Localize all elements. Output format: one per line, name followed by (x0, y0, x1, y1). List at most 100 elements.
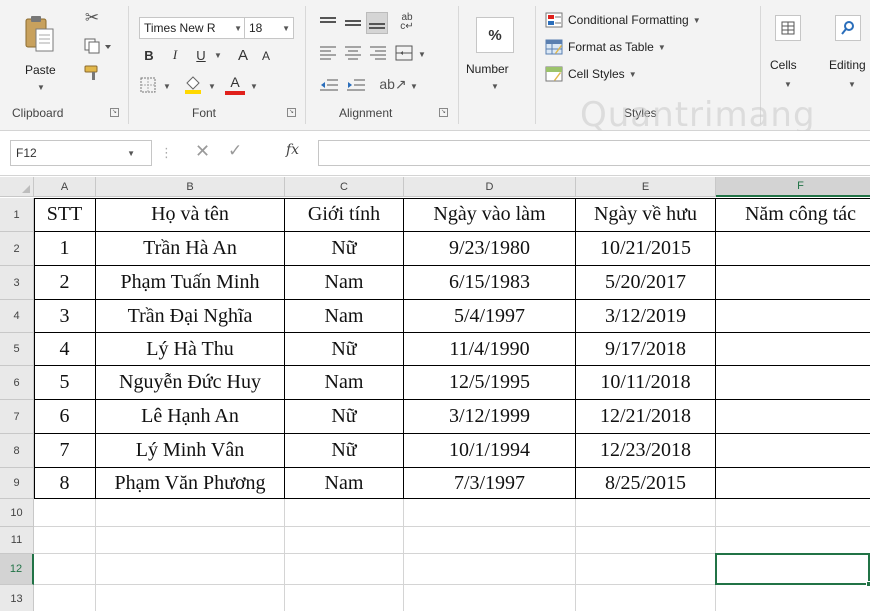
cell-c8[interactable]: Nữ (285, 434, 404, 468)
cell-a5[interactable]: 4 (34, 333, 96, 366)
cell-c6[interactable]: Nam (285, 366, 404, 400)
cancel-icon[interactable]: ✕ (195, 141, 210, 162)
row-header-2[interactable]: 2 (0, 232, 34, 266)
cell-b7[interactable]: Lê Hạnh An (96, 400, 285, 434)
cell-e7[interactable]: 12/21/2018 (576, 400, 716, 434)
row-header-3[interactable]: 3 (0, 266, 34, 300)
cell-c11[interactable] (285, 527, 404, 554)
cell-f7[interactable] (716, 400, 870, 434)
cell-c1[interactable]: Giới tính (285, 198, 404, 232)
column-header-d[interactable]: D (404, 177, 576, 197)
row-header-6[interactable]: 6 (0, 366, 34, 400)
cell-e11[interactable] (576, 527, 716, 554)
cell-styles-button[interactable]: Cell Styles ▼ (545, 63, 637, 85)
cell-a1[interactable]: STT (34, 198, 96, 232)
cell-b3[interactable]: Phạm Tuấn Minh (96, 266, 285, 300)
cell-b2[interactable]: Trần Hà An (96, 232, 285, 266)
cell-a12[interactable] (34, 554, 96, 585)
cell-f5[interactable] (716, 333, 870, 366)
cell-d1[interactable]: Ngày vào làm (404, 198, 576, 232)
cell-f13[interactable] (716, 585, 870, 611)
cell-d9[interactable]: 7/3/1997 (404, 468, 576, 499)
cell-b1[interactable]: Họ và tên (96, 198, 285, 232)
column-header-f[interactable]: F (716, 177, 870, 197)
insert-function-button[interactable]: fx (286, 142, 299, 158)
cell-a10[interactable] (34, 499, 96, 527)
cell-c5[interactable]: Nữ (285, 333, 404, 366)
cell-f8[interactable] (716, 434, 870, 468)
cell-f12[interactable] (716, 554, 870, 585)
cell-e5[interactable]: 9/17/2018 (576, 333, 716, 366)
cell-a7[interactable]: 6 (34, 400, 96, 434)
cell-d8[interactable]: 10/1/1994 (404, 434, 576, 468)
cell-f3[interactable] (716, 266, 870, 300)
cell-e3[interactable]: 5/20/2017 (576, 266, 716, 300)
column-header-b[interactable]: B (96, 177, 285, 197)
cell-a13[interactable] (34, 585, 96, 611)
row-header-7[interactable]: 7 (0, 400, 34, 434)
cell-d3[interactable]: 6/15/1983 (404, 266, 576, 300)
row-header-13[interactable]: 13 (0, 585, 34, 611)
cell-b13[interactable] (96, 585, 285, 611)
row-header-11[interactable]: 11 (0, 527, 34, 554)
column-header-c[interactable]: C (285, 177, 404, 197)
row-header-10[interactable]: 10 (0, 499, 34, 527)
cell-a2[interactable]: 1 (34, 232, 96, 266)
cell-f1[interactable]: Năm công tác (716, 198, 870, 232)
cell-e2[interactable]: 10/21/2015 (576, 232, 716, 266)
cell-d11[interactable] (404, 527, 576, 554)
cell-e12[interactable] (576, 554, 716, 585)
cell-b9[interactable]: Phạm Văn Phương (96, 468, 285, 499)
cell-d2[interactable]: 9/23/1980 (404, 232, 576, 266)
cell-a11[interactable] (34, 527, 96, 554)
cell-c10[interactable] (285, 499, 404, 527)
cell-f6[interactable] (716, 366, 870, 400)
cell-e1[interactable]: Ngày về hưu (576, 198, 716, 232)
cell-b5[interactable]: Lý Hà Thu (96, 333, 285, 366)
chevron-down-icon[interactable]: ▼ (127, 149, 135, 158)
row-header-8[interactable]: 8 (0, 434, 34, 468)
cell-b4[interactable]: Trần Đại Nghĩa (96, 300, 285, 333)
cell-f4[interactable] (716, 300, 870, 333)
name-box[interactable]: F12 ▼ (10, 140, 152, 166)
format-as-table-button[interactable]: Format as Table ▼ (545, 36, 666, 58)
row-header-9[interactable]: 9 (0, 468, 34, 499)
cell-c4[interactable]: Nam (285, 300, 404, 333)
cell-a8[interactable]: 7 (34, 434, 96, 468)
cell-e13[interactable] (576, 585, 716, 611)
cell-d7[interactable]: 3/12/1999 (404, 400, 576, 434)
cell-e8[interactable]: 12/23/2018 (576, 434, 716, 468)
cell-b6[interactable]: Nguyễn Đức Huy (96, 366, 285, 400)
row-header-4[interactable]: 4 (0, 300, 34, 333)
search-icon[interactable] (835, 15, 861, 41)
cell-c12[interactable] (285, 554, 404, 585)
row-header-12[interactable]: 12 (0, 554, 34, 585)
cell-c7[interactable]: Nữ (285, 400, 404, 434)
cells-icon[interactable] (775, 15, 801, 41)
editing-dropdown-icon[interactable]: ▼ (848, 80, 856, 89)
cell-d5[interactable]: 11/4/1990 (404, 333, 576, 366)
cell-d13[interactable] (404, 585, 576, 611)
cell-a9[interactable]: 8 (34, 468, 96, 499)
cell-f11[interactable] (716, 527, 870, 554)
select-all-button[interactable] (0, 177, 34, 197)
cell-e6[interactable]: 10/11/2018 (576, 366, 716, 400)
cell-e4[interactable]: 3/12/2019 (576, 300, 716, 333)
editing-label[interactable]: Editing (829, 58, 866, 72)
cell-f10[interactable] (716, 499, 870, 527)
cell-e9[interactable]: 8/25/2015 (576, 468, 716, 499)
conditional-formatting-button[interactable]: Conditional Formatting ▼ (545, 9, 701, 31)
cell-d10[interactable] (404, 499, 576, 527)
cell-d6[interactable]: 12/5/1995 (404, 366, 576, 400)
cell-a4[interactable]: 3 (34, 300, 96, 333)
cells-label[interactable]: Cells (770, 58, 797, 72)
cell-b8[interactable]: Lý Minh Vân (96, 434, 285, 468)
cell-c2[interactable]: Nữ (285, 232, 404, 266)
cell-d4[interactable]: 5/4/1997 (404, 300, 576, 333)
cell-c9[interactable]: Nam (285, 468, 404, 499)
cell-f9[interactable] (716, 468, 870, 499)
enter-icon[interactable]: ✓ (228, 141, 242, 161)
cell-c13[interactable] (285, 585, 404, 611)
column-header-e[interactable]: E (576, 177, 716, 197)
cell-c3[interactable]: Nam (285, 266, 404, 300)
